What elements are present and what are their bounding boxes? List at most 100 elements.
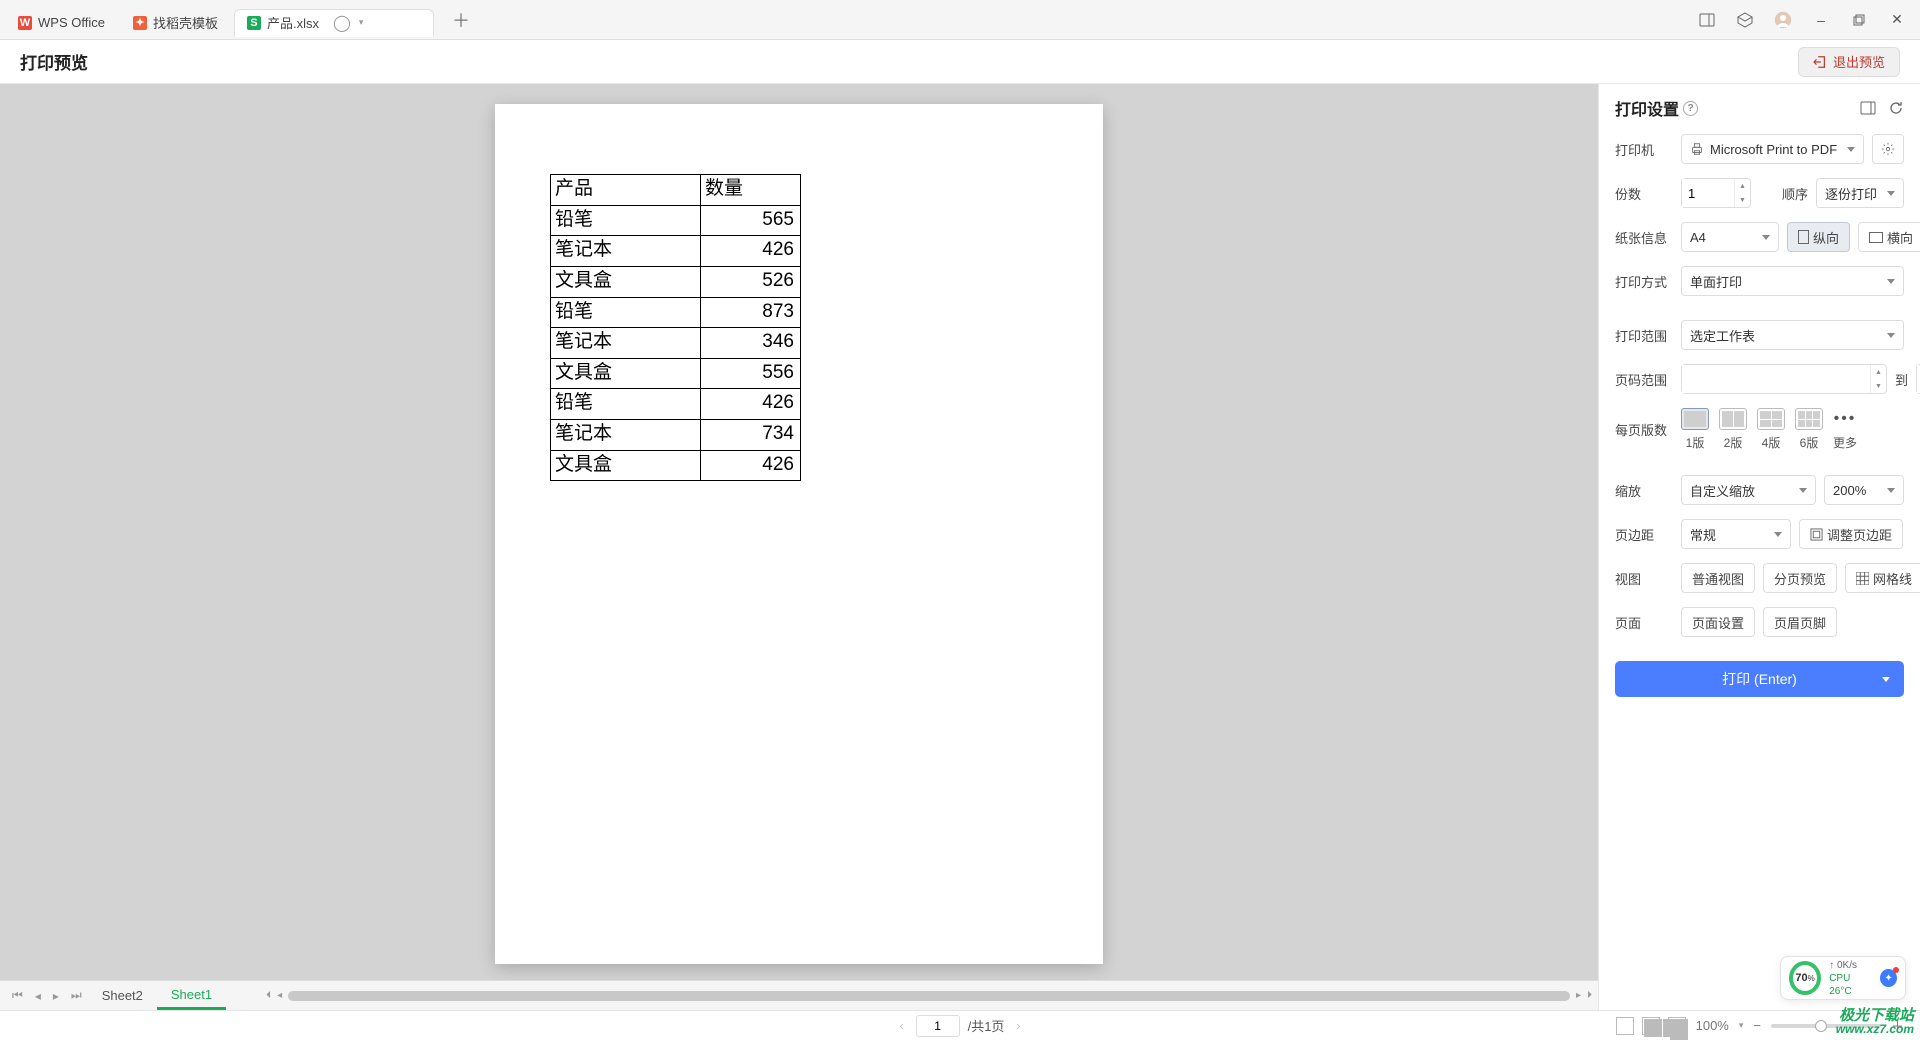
pagerange-from-input[interactable] [1682,365,1870,393]
printer-icon [1690,142,1704,156]
zoom-slider-knob[interactable] [1815,1020,1827,1032]
tab-dropdown-icon[interactable]: ▾ [359,17,364,28]
hscroll-left-step-icon[interactable]: ◂ [277,990,282,1001]
tab-wps-office[interactable]: W WPS Office [6,9,117,37]
sides-label: 打印方式 [1615,272,1671,291]
perpage-1-button[interactable]: 1版 [1681,408,1709,451]
sheet-prev-icon[interactable]: ◂ [29,989,47,1003]
perpage-6-button[interactable]: 6版 [1795,408,1823,451]
zoom-out-icon[interactable]: − [1753,1018,1761,1033]
spin-down-icon[interactable]: ▼ [1871,379,1886,393]
view-two-icon[interactable] [1642,1017,1660,1035]
hscroll-left-icon[interactable]: ⏴ [266,990,271,1001]
normal-view-button[interactable]: 普通视图 [1681,563,1755,593]
chevron-down-icon[interactable]: ▾ [1739,1020,1744,1031]
table-header: 产品 [551,175,701,206]
range-select[interactable]: 选定工作表 [1681,320,1904,350]
perf-pct: 70 [1795,972,1807,984]
view-webpage-icon[interactable] [1668,1017,1686,1035]
table-row: 笔记本426 [551,236,801,267]
perpage-more-button[interactable]: ••• 更多 [1833,408,1857,451]
user-avatar-icon[interactable] [1774,11,1792,29]
panel-toggle-icon[interactable] [1698,11,1716,29]
zoom-in-icon[interactable]: ＋ [1891,1016,1904,1035]
paper-size-select[interactable]: A4 [1681,222,1779,252]
spin-down-icon[interactable]: ▼ [1735,193,1750,207]
grid-toggle-button[interactable]: 网格线 [1845,563,1920,593]
content: 产品 数量 铅笔565 笔记本426 文具盒526 铅笔873 笔记本346 文… [0,84,1920,1010]
collapse-panel-icon[interactable] [1860,100,1876,116]
table-row: 文具盒556 [551,358,801,389]
hscroll-thumb[interactable] [288,991,1570,1001]
window-controls: – ✕ [1698,11,1920,29]
exit-preview-button[interactable]: 退出预览 [1798,47,1900,77]
zoom-slider[interactable] [1771,1024,1881,1028]
print-button-label: 打印 (Enter) [1722,669,1797,689]
tab-document[interactable]: S 产品.xlsx ◯ ▾ [234,9,434,37]
cell-qty: 426 [701,236,801,267]
preview-scroll[interactable]: 产品 数量 铅笔565 笔记本426 文具盒526 铅笔873 笔记本346 文… [0,84,1598,980]
template-icon: ✦ [133,16,147,30]
page-current-input[interactable] [916,1015,960,1037]
sheet-first-icon[interactable]: ⏮ [6,988,29,1003]
sheet-next-icon[interactable]: ▸ [47,989,65,1003]
page-title: 打印预览 [20,49,88,74]
header-footer-button[interactable]: 页眉页脚 [1763,607,1837,637]
hscroll-right-step-icon[interactable]: ▸ [1576,990,1581,1001]
pagerange-row: 页码范围 ▲▼ 到 ▲▼ [1615,364,1904,394]
copies-spinner[interactable]: ▲▼ [1681,178,1751,208]
cell-qty: 556 [701,358,801,389]
spin-up-icon[interactable]: ▲ [1735,179,1750,193]
order-label: 顺序 [1782,184,1808,203]
pagerange-to-spinner[interactable]: ▲▼ [1916,364,1920,394]
status-bar: ‹ /共1页 › 100% ▾ − ＋ [0,1010,1920,1040]
sides-select[interactable]: 单面打印 [1681,266,1904,296]
minimize-icon[interactable]: – [1812,11,1830,29]
perpage-4-button[interactable]: 4版 [1757,408,1785,451]
help-icon[interactable]: ? [1683,101,1698,116]
sheet-last-icon[interactable]: ⏭ [65,988,88,1003]
zoom-value[interactable]: 100% [1696,1018,1729,1033]
new-tab-button[interactable]: ＋ [444,7,478,33]
tab-extra: ◯ ▾ [333,13,363,33]
page-setup-button[interactable]: 页面设置 [1681,607,1755,637]
adjust-margin-button[interactable]: 调整页边距 [1799,519,1903,549]
zoom-mode-select[interactable]: 自定义缩放 [1681,475,1816,505]
performance-widget[interactable]: 70% ↑ 0K/s CPU 26°C ✦ [1780,956,1906,1000]
sidebar-title: 打印设置 ? [1615,96,1698,120]
copies-input[interactable] [1682,179,1734,207]
portrait-icon [1798,230,1809,244]
close-icon[interactable]: ✕ [1888,11,1906,29]
sheet-tab-sheet1[interactable]: Sheet1 [157,982,226,1010]
orientation-portrait-button[interactable]: 纵向 [1787,222,1850,252]
margin-select[interactable]: 常规 [1681,519,1791,549]
perpage-2-button[interactable]: 2版 [1719,408,1747,451]
pagerange-from-spinner[interactable]: ▲▼ [1681,364,1887,394]
spin-up-icon[interactable]: ▲ [1871,365,1886,379]
pagebreak-view-button[interactable]: 分页预览 [1763,563,1837,593]
page-prev-icon[interactable]: ‹ [896,1019,908,1033]
view-single-icon[interactable] [1616,1017,1634,1035]
refresh-icon[interactable] [1888,100,1904,116]
tab-sync-icon[interactable]: ◯ [333,13,351,33]
printer-settings-button[interactable] [1872,134,1904,164]
page-next-icon[interactable]: › [1012,1019,1024,1033]
table-header: 数量 [701,175,801,206]
print-button[interactable]: 打印 (Enter) [1615,661,1904,697]
cell-product: 铅笔 [551,297,701,328]
adjust-margin-label: 调整页边距 [1827,525,1892,544]
orientation-landscape-button[interactable]: 横向 [1858,222,1920,252]
perf-boost-icon[interactable]: ✦ [1880,969,1897,987]
margin-row: 页边距 常规 调整页边距 [1615,519,1904,549]
cube-icon[interactable] [1736,11,1754,29]
hscroll-right-icon[interactable]: ⏵ [1587,990,1592,1001]
tab-templates[interactable]: ✦ 找稻壳模板 [121,9,230,37]
table-header-row: 产品 数量 [551,175,801,206]
range-label: 打印范围 [1615,326,1671,345]
hscroll-track[interactable] [288,991,1570,1001]
printer-select[interactable]: Microsoft Print to PDF [1681,134,1864,164]
sheet-tab-sheet2[interactable]: Sheet2 [88,983,157,1008]
maximize-icon[interactable] [1850,11,1868,29]
collate-select[interactable]: 逐份打印 [1816,178,1904,208]
zoom-pct-select[interactable]: 200% [1824,475,1904,505]
